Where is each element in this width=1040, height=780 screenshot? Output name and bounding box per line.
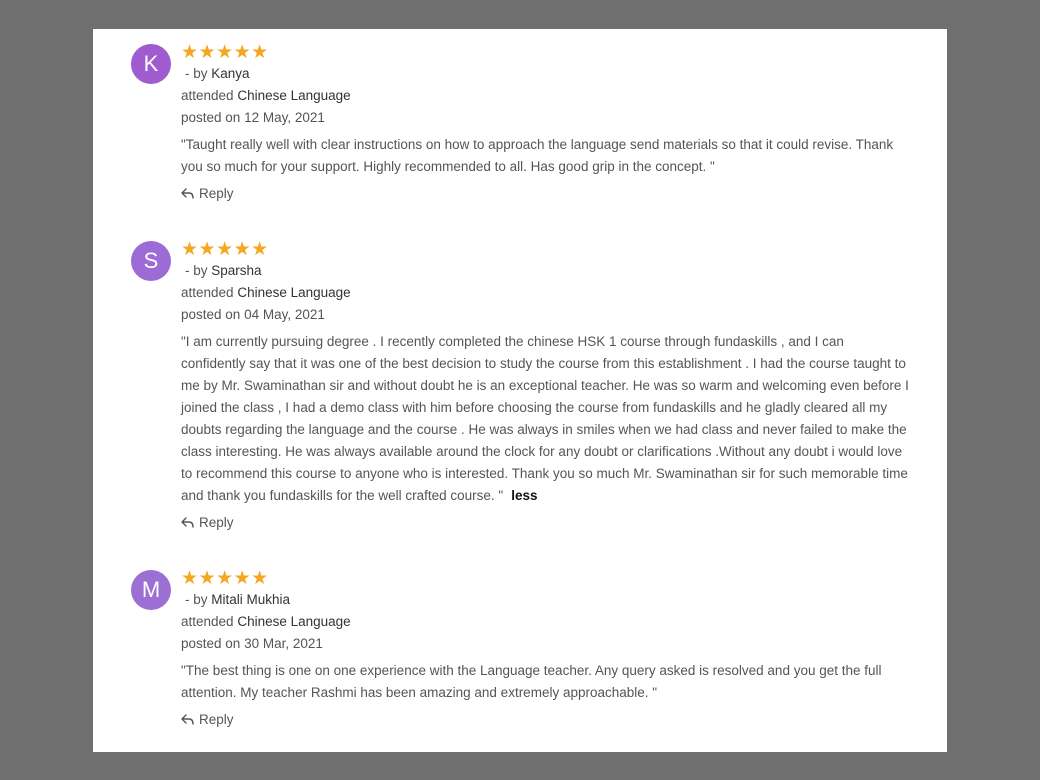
by-prefix: - by xyxy=(185,263,208,278)
reply-button[interactable]: Reply xyxy=(181,512,234,534)
posted-prefix: posted on xyxy=(181,110,241,125)
posted-date: 30 Mar, 2021 xyxy=(244,636,323,651)
review-body: "Taught really well with clear instructi… xyxy=(181,137,894,174)
reviewer-name: Mitali Mukhia xyxy=(211,592,291,607)
reply-button[interactable]: Reply xyxy=(181,709,234,731)
attended-prefix: attended xyxy=(181,88,234,103)
attended-prefix: attended xyxy=(181,614,234,629)
date-line: posted on 30 Mar, 2021 xyxy=(181,633,911,655)
course-name: Chinese Language xyxy=(237,88,351,103)
course-line: attended Chinese Language xyxy=(181,85,911,107)
posted-date: 12 May, 2021 xyxy=(244,110,325,125)
course-name: Chinese Language xyxy=(237,285,351,300)
reply-button[interactable]: Reply xyxy=(181,183,234,205)
posted-date: 04 May, 2021 xyxy=(244,307,325,322)
reply-label: Reply xyxy=(199,186,234,201)
date-line: posted on 12 May, 2021 xyxy=(181,107,911,129)
review-body: "I am currently pursuing degree . I rece… xyxy=(181,334,909,503)
reviewer-line: - by Sparsha xyxy=(181,260,911,282)
review-content: ★★★★★ - by Mitali Mukhia attended Chines… xyxy=(181,569,911,731)
reviews-panel: K ★★★★★ - by Kanya attended Chinese Lang… xyxy=(93,29,947,752)
avatar: K xyxy=(131,44,171,84)
by-prefix: - by xyxy=(185,66,208,81)
reviewer-name: Sparsha xyxy=(211,263,262,278)
course-line: attended Chinese Language xyxy=(181,282,911,304)
course-line: attended Chinese Language xyxy=(181,611,911,633)
avatar: M xyxy=(131,570,171,610)
course-name: Chinese Language xyxy=(237,614,351,629)
review-text: "Taught really well with clear instructi… xyxy=(181,134,911,178)
review-text: "I am currently pursuing degree . I rece… xyxy=(181,331,911,507)
reviewer-line: - by Mitali Mukhia xyxy=(181,589,911,611)
avatar: S xyxy=(131,241,171,281)
attended-prefix: attended xyxy=(181,285,234,300)
review-content: ★★★★★ - by Sparsha attended Chinese Lang… xyxy=(181,240,911,534)
star-rating: ★★★★★ xyxy=(181,568,269,589)
date-line: posted on 04 May, 2021 xyxy=(181,304,911,326)
posted-prefix: posted on xyxy=(181,307,241,322)
by-prefix: - by xyxy=(185,592,208,607)
reply-label: Reply xyxy=(199,712,234,727)
reply-arrow-icon xyxy=(181,714,194,725)
less-link[interactable]: less xyxy=(511,488,537,503)
star-rating: ★★★★★ xyxy=(181,239,269,260)
reviewer-name: Kanya xyxy=(211,66,250,81)
review-text: "The best thing is one on one experience… xyxy=(181,660,911,704)
review-body: "The best thing is one on one experience… xyxy=(181,663,882,700)
review-content: ★★★★★ - by Kanya attended Chinese Langua… xyxy=(181,43,911,205)
reply-arrow-icon xyxy=(181,517,194,528)
star-rating: ★★★★★ xyxy=(181,42,269,63)
posted-prefix: posted on xyxy=(181,636,241,651)
reply-arrow-icon xyxy=(181,188,194,199)
reviewer-line: - by Kanya xyxy=(181,63,911,85)
reply-label: Reply xyxy=(199,515,234,530)
